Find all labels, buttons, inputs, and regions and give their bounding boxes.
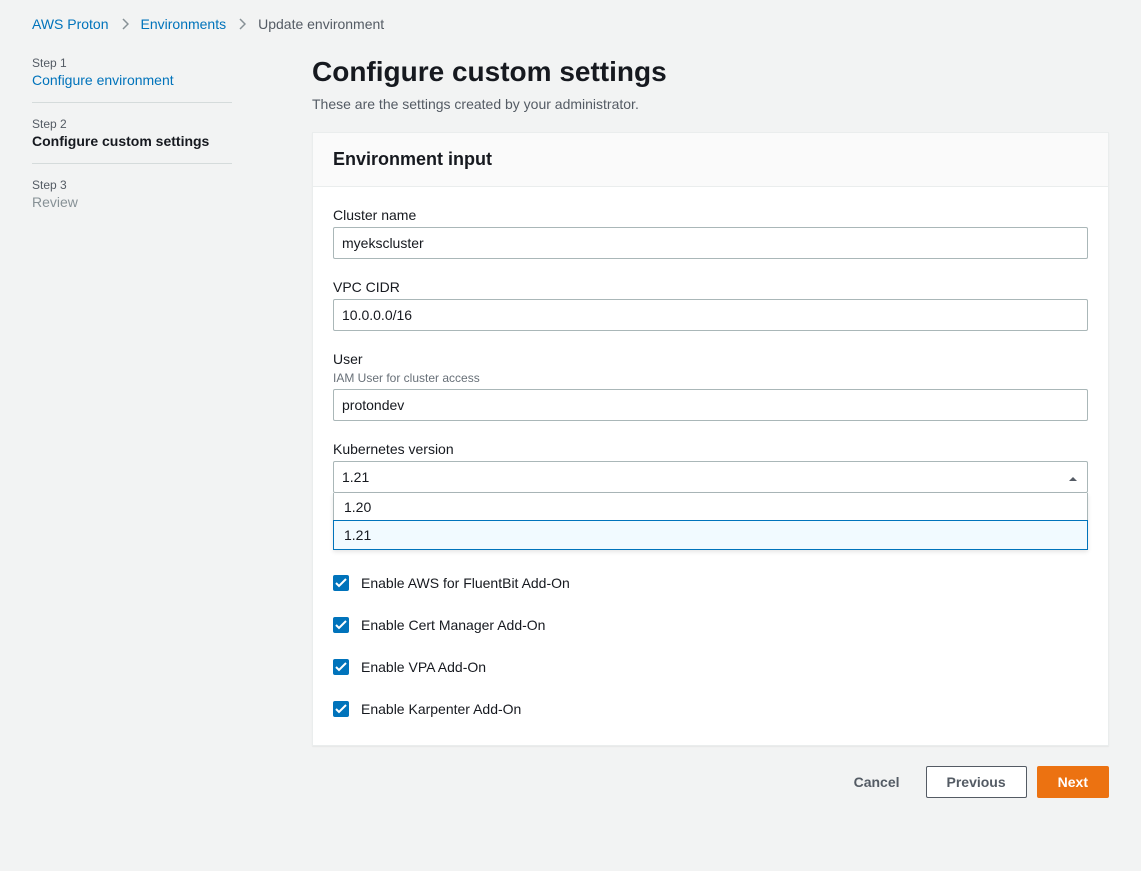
chevron-right-icon bbox=[238, 18, 246, 30]
step-1[interactable]: Step 1 Configure environment bbox=[32, 56, 232, 103]
k8s-version-dropdown: 1.20 1.21 bbox=[333, 493, 1088, 550]
panel-title: Environment input bbox=[333, 149, 1088, 170]
checkbox-label: Enable VPA Add-On bbox=[361, 659, 486, 675]
checkbox-input[interactable] bbox=[333, 659, 349, 675]
user-hint: IAM User for cluster access bbox=[333, 371, 1088, 385]
user-label: User bbox=[333, 351, 1088, 367]
step-label: Step 1 bbox=[32, 56, 232, 70]
k8s-version-option[interactable]: 1.21 bbox=[333, 520, 1088, 550]
vpc-cidr-label: VPC CIDR bbox=[333, 279, 1088, 295]
checkbox-input[interactable] bbox=[333, 701, 349, 717]
wizard-steps: Step 1 Configure environment Step 2 Conf… bbox=[32, 56, 232, 798]
step-2: Step 2 Configure custom settings bbox=[32, 117, 232, 164]
step-label: Step 3 bbox=[32, 178, 232, 192]
breadcrumb-item-current: Update environment bbox=[258, 16, 384, 32]
checkbox-vpa: Enable VPA Add-On bbox=[333, 659, 1088, 675]
check-icon bbox=[335, 704, 347, 714]
step-title: Configure custom settings bbox=[32, 133, 232, 149]
checkbox-label: Enable AWS for FluentBit Add-On bbox=[361, 575, 570, 591]
step-3: Step 3 Review bbox=[32, 178, 232, 224]
vpc-cidr-input[interactable] bbox=[333, 299, 1088, 331]
user-input[interactable] bbox=[333, 389, 1088, 421]
checkbox-karpenter: Enable Karpenter Add-On bbox=[333, 701, 1088, 717]
wizard-actions: Cancel Previous Next bbox=[312, 766, 1109, 798]
checkbox-fluentbit: Enable AWS for FluentBit Add-On bbox=[333, 575, 1088, 591]
cluster-name-input[interactable] bbox=[333, 227, 1088, 259]
k8s-version-select[interactable]: 1.21 bbox=[333, 461, 1088, 493]
checkbox-input[interactable] bbox=[333, 575, 349, 591]
next-button[interactable]: Next bbox=[1037, 766, 1109, 798]
step-title: Review bbox=[32, 194, 232, 210]
panel-header: Environment input bbox=[313, 133, 1108, 187]
checkbox-cert-manager: Enable Cert Manager Add-On bbox=[333, 617, 1088, 633]
field-cluster-name: Cluster name bbox=[333, 207, 1088, 259]
cluster-name-label: Cluster name bbox=[333, 207, 1088, 223]
addon-checkboxes: Enable Metrics Server Add-On Enable AWS … bbox=[333, 533, 1088, 717]
cancel-button[interactable]: Cancel bbox=[838, 766, 916, 798]
k8s-version-value: 1.21 bbox=[342, 469, 369, 485]
breadcrumb-item-proton[interactable]: AWS Proton bbox=[32, 16, 109, 32]
checkbox-input[interactable] bbox=[333, 617, 349, 633]
checkbox-label: Enable Cert Manager Add-On bbox=[361, 617, 545, 633]
check-icon bbox=[335, 620, 347, 630]
previous-button[interactable]: Previous bbox=[926, 766, 1027, 798]
field-k8s-version: Kubernetes version 1.21 1.20 1.21 bbox=[333, 441, 1088, 493]
breadcrumb-item-environments[interactable]: Environments bbox=[141, 16, 227, 32]
check-icon bbox=[335, 578, 347, 588]
caret-up-icon bbox=[1068, 469, 1078, 485]
check-icon bbox=[335, 662, 347, 672]
field-user: User IAM User for cluster access bbox=[333, 351, 1088, 421]
step-title: Configure environment bbox=[32, 72, 232, 88]
chevron-right-icon bbox=[121, 18, 129, 30]
step-label: Step 2 bbox=[32, 117, 232, 131]
page-subtitle: These are the settings created by your a… bbox=[312, 96, 1109, 112]
breadcrumb: AWS Proton Environments Update environme… bbox=[32, 16, 1109, 32]
k8s-version-label: Kubernetes version bbox=[333, 441, 1088, 457]
environment-input-panel: Environment input Cluster name VPC CIDR … bbox=[312, 132, 1109, 746]
page-title: Configure custom settings bbox=[312, 56, 1109, 88]
main-content: Configure custom settings These are the … bbox=[312, 56, 1109, 798]
k8s-version-option[interactable]: 1.20 bbox=[334, 493, 1087, 521]
field-vpc-cidr: VPC CIDR bbox=[333, 279, 1088, 331]
checkbox-label: Enable Karpenter Add-On bbox=[361, 701, 521, 717]
